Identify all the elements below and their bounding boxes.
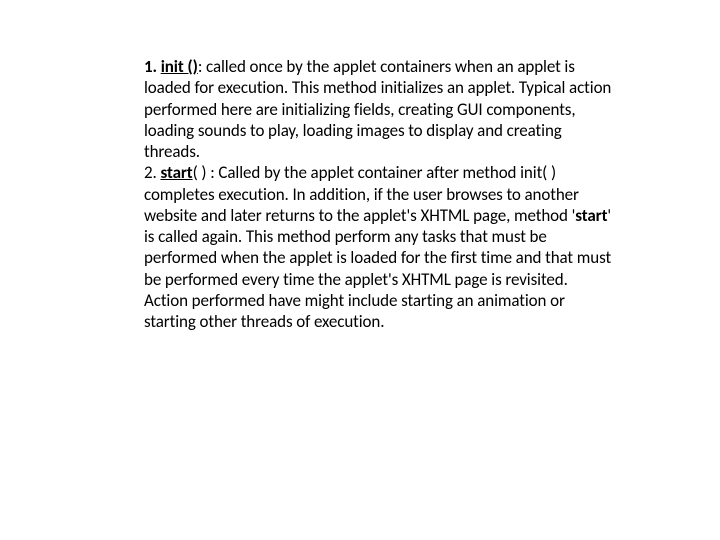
content-text: 1. init (): called once by the applet co… [144, 56, 614, 332]
item-1-desc: : called once by the applet containers w… [144, 56, 611, 162]
slide: 1. init (): called once by the applet co… [0, 0, 720, 540]
item-2-name: start [160, 162, 192, 183]
item-2: 2. start( ) : Called by the applet conta… [144, 162, 614, 332]
item-2-number: 2. [144, 162, 160, 183]
item-2-desc-a: ( ) : Called by the applet container aft… [144, 162, 579, 226]
item-1-number: 1. [144, 56, 161, 77]
item-1-name: init () [161, 56, 198, 77]
item-1: 1. init (): called once by the applet co… [144, 56, 614, 162]
item-2-bold-inline: start [575, 205, 607, 226]
